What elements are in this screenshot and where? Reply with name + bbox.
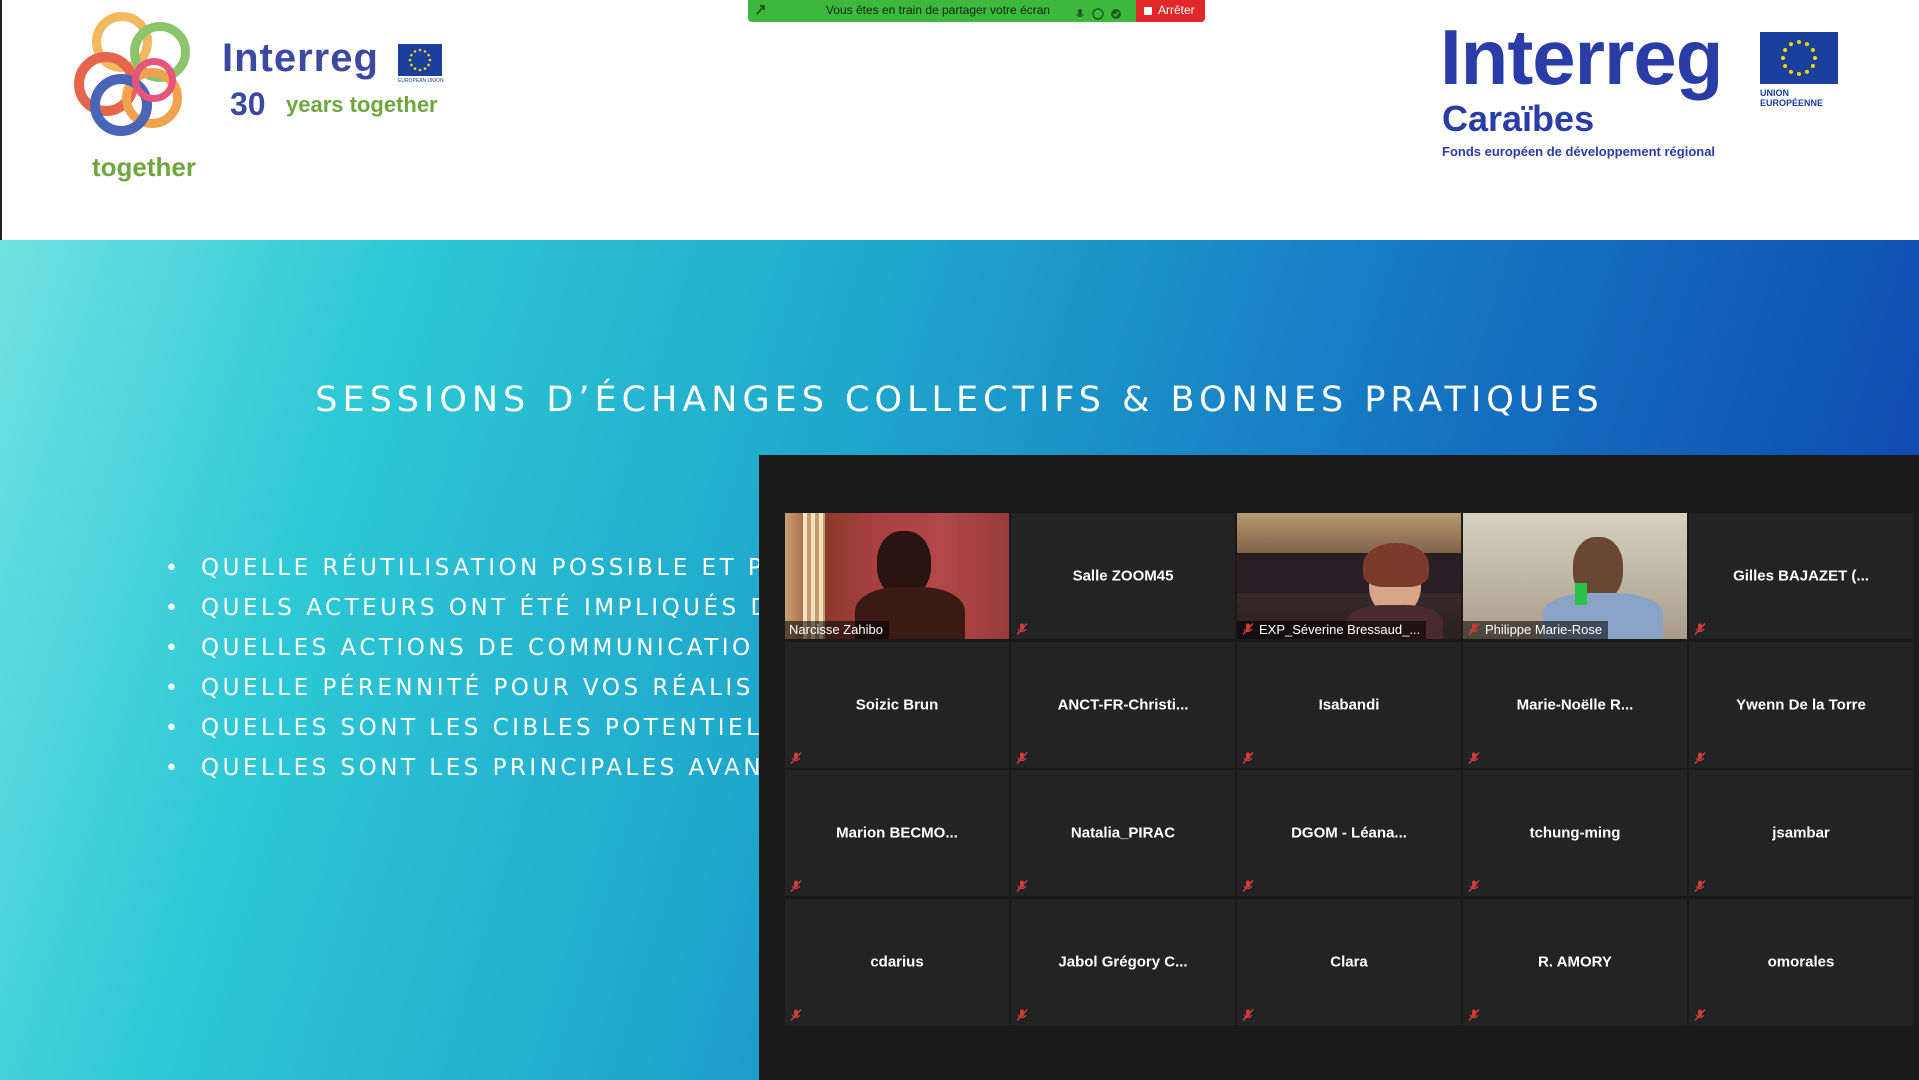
participant-tile[interactable]: Ywenn De la Torre (1689, 641, 1913, 768)
microphone-muted-icon (1693, 622, 1707, 636)
anniversary-number: 30 (230, 86, 266, 122)
microphone-muted-icon (1015, 622, 1029, 636)
share-status-icon[interactable] (754, 3, 768, 17)
participant-tile[interactable]: DGOM - Léana... (1237, 770, 1461, 896)
region-name: Caraïbes (1442, 98, 1595, 139)
bullet-list: QUELLE RÉUTILISATION POSSIBLE ET PA QUEL… (165, 548, 783, 788)
participant-tile[interactable]: R. AMORY (1463, 898, 1687, 1025)
eu-caption-line1: UNION (1760, 88, 1789, 98)
participant-tile[interactable]: Philippe Marie-Rose (1463, 513, 1687, 639)
microphone-muted-icon (1693, 751, 1707, 765)
share-status-text: Vous êtes en train de partager votre écr… (825, 3, 1051, 17)
participant-name-label: Narcisse Zahibo (785, 621, 889, 639)
slide-header: Interreg EUROPEAN UNION 30 years togethe… (2, 0, 1919, 240)
participant-name: Philippe Marie-Rose (1485, 622, 1603, 637)
microphone-icon[interactable] (1074, 5, 1086, 17)
microphone-muted-icon (1241, 622, 1255, 636)
microphone-muted-icon (1241, 1008, 1255, 1022)
participant-tile[interactable]: Marie-Noëlle R... (1463, 641, 1687, 768)
participant-name: cdarius (870, 953, 924, 970)
participant-name: Salle ZOOM45 (1072, 567, 1174, 585)
participant-name: Gilles BAJAZET (... (1733, 567, 1869, 585)
participant-tile[interactable]: jsambar (1689, 770, 1913, 896)
bullet-item: QUELLES SONT LES PRINCIPALES AVAN (165, 748, 783, 788)
participant-name: Ywenn De la Torre (1736, 696, 1866, 713)
participant-name-label: Philippe Marie-Rose (1463, 621, 1609, 639)
bullet-item: QUELLES SONT LES CIBLES POTENTIEL (165, 708, 783, 748)
participant-name: R. AMORY (1538, 953, 1612, 970)
screen-share-banner: Vous êtes en train de partager votre écr… (748, 0, 1205, 22)
interreg-wordmark: Interreg (222, 36, 379, 80)
eu-caption: UNION EUROPÉENNE (1760, 88, 1850, 108)
bullet-item: QUELS ACTEURS ONT ÉTÉ IMPLIQUÉS D (165, 588, 783, 628)
eu-flag-icon (1760, 32, 1838, 84)
bullet-item: QUELLE RÉUTILISATION POSSIBLE ET PA (165, 548, 783, 588)
participant-tile[interactable]: Marion BECMO... (785, 770, 1009, 896)
microphone-muted-icon (1015, 1008, 1029, 1022)
participant-tile[interactable]: cdarius (785, 898, 1009, 1025)
interreg-wordmark-large: Interreg (1440, 13, 1723, 101)
together-text: together (92, 152, 196, 182)
microphone-muted-icon (1467, 1008, 1481, 1022)
participant-name: DGOM - Léana... (1291, 824, 1407, 842)
stop-share-label: Arrêter (1158, 3, 1195, 17)
participant-name: Isabandi (1318, 696, 1380, 713)
participant-tile[interactable]: ANCT-FR-Christi... (1011, 641, 1235, 768)
participant-tile[interactable]: Jabol Grégory C... (1011, 898, 1235, 1025)
slide-title: SESSIONS D’ÉCHANGES COLLECTIFS & BONNES … (315, 380, 1604, 420)
participant-tile[interactable]: Gilles BAJAZET (... (1689, 513, 1913, 639)
eu-caption-line2: EUROPÉENNE (1760, 98, 1824, 108)
participant-tile[interactable]: Clara (1237, 898, 1461, 1025)
participant-name: Soizic Brun (855, 696, 939, 713)
participant-name: omorales (1767, 953, 1835, 970)
interreg-caraibes-logo: Interreg Caraïbes Fonds européen de déve… (1440, 13, 1840, 169)
participant-tile[interactable]: tchung-ming (1463, 770, 1687, 896)
anniversary-text: years together (286, 92, 438, 117)
bullet-item: QUELLES ACTIONS DE COMMUNICATIO (165, 628, 783, 668)
fund-name: Fonds européen de développement régional (1442, 144, 1716, 159)
colored-rings-logo (72, 12, 212, 152)
eu-flag-icon (398, 44, 442, 76)
participant-name-label: EXP_Séverine Bressaud_... (1237, 621, 1427, 639)
microphone-muted-icon (1467, 622, 1481, 636)
stop-icon (1144, 7, 1152, 15)
participant-name: Narcisse Zahibo (789, 622, 883, 637)
participant-tile[interactable]: Salle ZOOM45 (1011, 513, 1235, 639)
eu-caption: EUROPEAN UNION (398, 78, 444, 84)
microphone-muted-icon (789, 1008, 803, 1022)
microphone-muted-icon (789, 751, 803, 765)
participant-name: Marie-Noëlle R... (1516, 696, 1634, 713)
interreg-30-years-logo: Interreg EUROPEAN UNION 30 years togethe… (72, 12, 452, 192)
participant-name: jsambar (1772, 824, 1830, 842)
participant-name: EXP_Séverine Bressaud_... (1259, 622, 1421, 637)
participant-name: Marion BECMO... (836, 824, 958, 842)
participant-tile[interactable]: Isabandi (1237, 641, 1461, 768)
participant-tile[interactable]: Soizic Brun (785, 641, 1009, 768)
participant-tile[interactable]: EXP_Séverine Bressaud_... (1237, 513, 1461, 639)
microphone-muted-icon (1467, 751, 1481, 765)
security-shield-icon[interactable] (1110, 5, 1122, 19)
participant-tile[interactable]: Narcisse Zahibo (785, 513, 1009, 639)
participant-tile[interactable]: Natalia_PIRAC (1011, 770, 1235, 896)
participant-name: Clara (1330, 953, 1368, 970)
bullet-item: QUELLE PÉRENNITÉ POUR VOS RÉALIS (165, 668, 783, 708)
stop-share-button[interactable]: Arrêter (1136, 0, 1205, 22)
participant-name: ANCT-FR-Christi... (1057, 696, 1189, 713)
microphone-muted-icon (1241, 879, 1255, 893)
microphone-muted-icon (1241, 751, 1255, 765)
microphone-muted-icon (789, 879, 803, 893)
microphone-muted-icon (1015, 879, 1029, 893)
microphone-muted-icon (1693, 1008, 1707, 1022)
participant-name: tchung-ming (1529, 824, 1621, 842)
microphone-muted-icon (1693, 879, 1707, 893)
participant-tile[interactable]: omorales (1689, 898, 1913, 1025)
participant-gallery: Narcisse Zahibo Salle ZOOM45 EXP_Séverine … (759, 455, 1919, 1080)
microphone-muted-icon (1467, 879, 1481, 893)
participant-name: Jabol Grégory C... (1058, 953, 1188, 970)
microphone-muted-icon (1015, 751, 1029, 765)
participant-name: Natalia_PIRAC (1070, 824, 1176, 842)
pause-share-icon[interactable] (1092, 5, 1104, 20)
